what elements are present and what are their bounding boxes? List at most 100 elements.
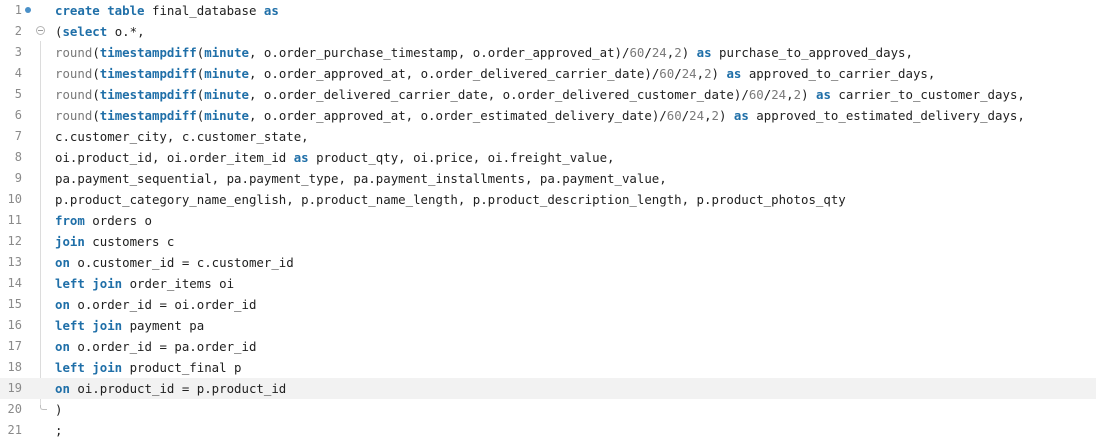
sql-text: )	[55, 402, 63, 417]
line-number: 17	[7, 339, 22, 353]
code-text: ;	[55, 420, 62, 441]
sql-text: ,	[704, 108, 712, 123]
sql-keyword: left join	[55, 318, 123, 333]
sql-text: pa.payment_sequential, pa.payment_type, …	[55, 171, 667, 186]
code-text: join customers c	[55, 231, 174, 252]
sql-keyword: select	[62, 24, 108, 39]
code-text: )	[55, 399, 62, 420]
sql-number: 60	[659, 66, 675, 81]
code-line-5[interactable]: 5 round(timestampdiff(minute, o.order_del…	[0, 84, 1096, 105]
sql-text: c.customer_city, c.customer_state,	[55, 129, 309, 144]
sql-text: (	[92, 87, 100, 102]
sql-keyword: as	[293, 150, 309, 165]
sql-number: 60	[666, 108, 682, 123]
line-number: 21	[7, 423, 22, 437]
sql-keyword: minute	[204, 45, 249, 60]
sql-number: 24	[771, 87, 787, 102]
code-line-14[interactable]: 14 left join order_items oi	[0, 273, 1096, 294]
code-text: left join order_items oi	[55, 273, 234, 294]
sql-keyword: join	[55, 234, 85, 249]
line-number: 20	[7, 402, 22, 416]
sql-number: 2	[793, 87, 802, 102]
sql-editor[interactable]: 1 create table final_database as 2 (select …	[0, 0, 1096, 444]
sql-keyword: on	[55, 255, 70, 270]
line-number: 15	[7, 297, 22, 311]
line-number: 10	[7, 192, 22, 206]
sql-text: )	[801, 87, 816, 102]
sql-keyword: on	[55, 297, 70, 312]
code-text: on o.order_id = pa.order_id	[55, 336, 256, 357]
line-number: 18	[7, 360, 22, 374]
code-line-15[interactable]: 15 on o.order_id = oi.order_id	[0, 294, 1096, 315]
code-line-20[interactable]: 20)	[0, 399, 1096, 420]
sql-text: , o.order_purchase_timestamp, o.order_ap…	[249, 45, 630, 60]
code-line-7[interactable]: 7 c.customer_city, c.customer_state,	[0, 126, 1096, 147]
sql-text: (	[92, 108, 100, 123]
sql-text: ,	[696, 66, 705, 81]
sql-text: o.order_id = oi.order_id	[69, 297, 257, 312]
sql-keyword: on	[55, 339, 70, 354]
sql-number: 60	[748, 87, 764, 102]
sql-keyword: from	[55, 213, 85, 228]
sql-keyword: as	[726, 66, 742, 81]
code-text: left join payment pa	[55, 315, 204, 336]
code-line-1[interactable]: 1 create table final_database as	[0, 0, 1096, 21]
code-line-17[interactable]: 17 on o.order_id = pa.order_id	[0, 336, 1096, 357]
line-number: 9	[14, 171, 22, 185]
code-line-13[interactable]: 13 on o.customer_id = c.customer_id	[0, 252, 1096, 273]
fold-toggle-icon[interactable]	[36, 26, 45, 35]
sql-text: purchase_to_approved_days,	[711, 45, 913, 60]
code-text: (select o.*,	[55, 21, 145, 42]
code-line-12[interactable]: 12 join customers c	[0, 231, 1096, 252]
sql-text: /	[644, 45, 652, 60]
sql-text: , o.order_approved_at, o.order_delivered…	[249, 66, 660, 81]
line-number: 2	[14, 24, 22, 38]
line-number: 16	[7, 318, 22, 332]
line-number: 5	[14, 87, 22, 101]
sql-text: customers c	[84, 234, 175, 249]
sql-keyword: minute	[204, 66, 249, 81]
code-line-3[interactable]: 3 round(timestampdiff(minute, o.order_pur…	[0, 42, 1096, 63]
sql-text: )	[719, 108, 734, 123]
sql-text: o.customer_id = c.customer_id	[69, 255, 294, 270]
line-number: 3	[14, 45, 22, 59]
code-line-8[interactable]: 8 oi.product_id, oi.order_item_id as prod…	[0, 147, 1096, 168]
code-text: on oi.product_id = p.product_id	[55, 378, 286, 399]
sql-keyword: timestampdiff	[99, 45, 197, 60]
sql-text: /	[674, 66, 682, 81]
sql-text: )	[711, 66, 727, 81]
sql-keyword: as	[815, 87, 831, 102]
code-line-16[interactable]: 16 left join payment pa	[0, 315, 1096, 336]
code-line-19[interactable]: 19 on oi.product_id = p.product_id	[0, 378, 1096, 399]
sql-text: (	[92, 45, 100, 60]
code-line-4[interactable]: 4 round(timestampdiff(minute, o.order_app…	[0, 63, 1096, 84]
line-number: 4	[14, 66, 22, 80]
sql-text: approved_to_estimated_delivery_days,	[748, 108, 1025, 123]
line-number: 8	[14, 150, 22, 164]
code-line-11[interactable]: 11 from orders o	[0, 210, 1096, 231]
sql-keyword: as	[696, 45, 712, 60]
sql-text: final_database	[144, 3, 264, 18]
sql-function: round	[55, 87, 93, 102]
sql-number: 24	[689, 108, 705, 123]
sql-keyword: create table	[55, 3, 145, 18]
code-text: on o.customer_id = c.customer_id	[55, 252, 294, 273]
sql-text: o.order_id = pa.order_id	[69, 339, 257, 354]
code-line-21[interactable]: 21;	[0, 420, 1096, 441]
line-number: 19	[7, 381, 22, 395]
sql-number: 2	[674, 45, 682, 60]
sql-keyword: timestampdiff	[99, 87, 197, 102]
sql-text: oi.product_id, oi.order_item_id	[55, 150, 294, 165]
code-line-18[interactable]: 18 left join product_final p	[0, 357, 1096, 378]
sql-text: oi.product_id = p.product_id	[69, 381, 287, 396]
code-text: create table final_database as	[55, 0, 279, 21]
sql-keyword: as	[263, 3, 279, 18]
code-line-6[interactable]: 6 round(timestampdiff(minute, o.order_app…	[0, 105, 1096, 126]
sql-text: orders o	[84, 213, 152, 228]
sql-text: , o.order_delivered_carrier_date, o.orde…	[249, 87, 749, 102]
line-number: 12	[7, 234, 22, 248]
code-line-10[interactable]: 10 p.product_category_name_english, p.pro…	[0, 189, 1096, 210]
code-line-2[interactable]: 2 (select o.*,	[0, 21, 1096, 42]
code-line-9[interactable]: 9 pa.payment_sequential, pa.payment_type,…	[0, 168, 1096, 189]
sql-text: (	[92, 66, 100, 81]
